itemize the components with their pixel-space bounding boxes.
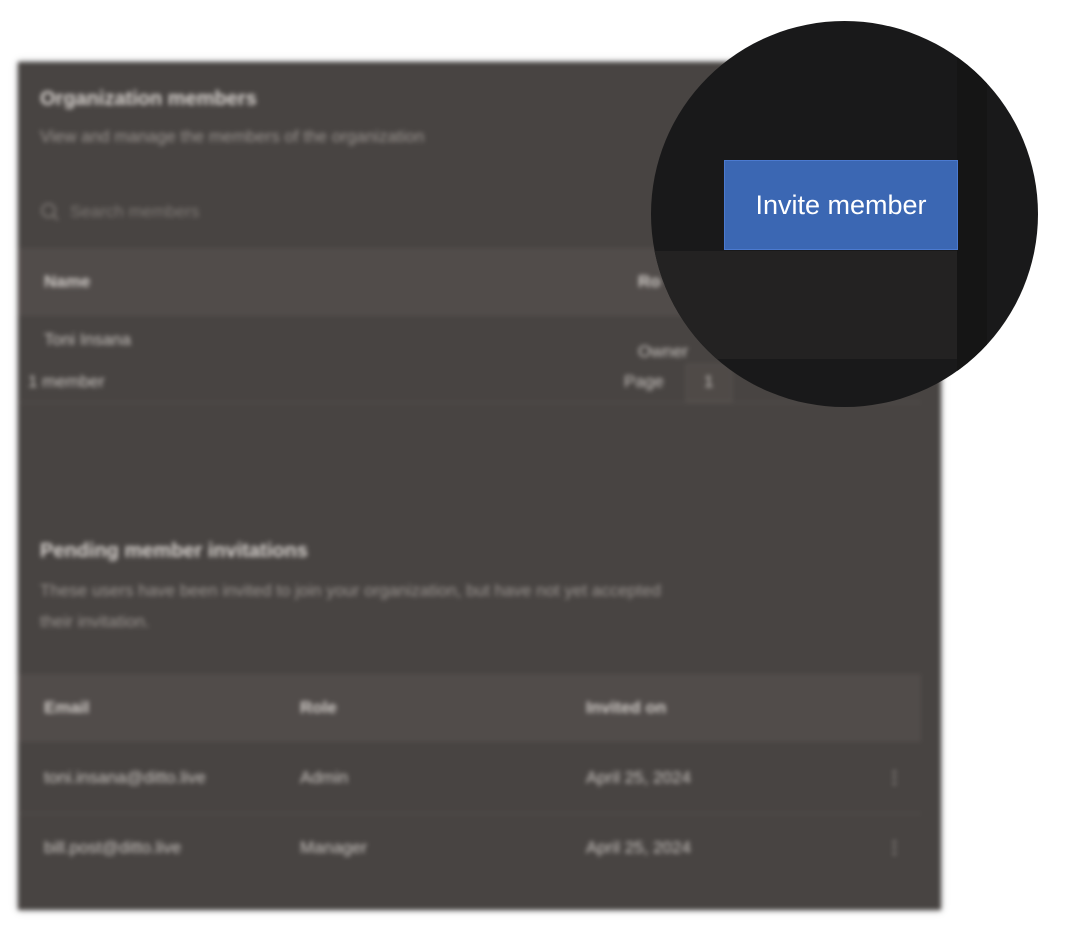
invite-email: bill.post@ditto.live	[44, 838, 182, 857]
invite-member-button[interactable]: Invite member	[724, 160, 958, 250]
table-row[interactable]: bill.post@ditto.live Manager April 25, 2…	[18, 816, 921, 882]
members-title: Organization members	[40, 88, 257, 110]
column-name[interactable]: Name	[44, 272, 90, 292]
search-icon	[40, 202, 60, 222]
page-number: 1	[704, 372, 714, 391]
magnified-panel-edge	[957, 21, 987, 407]
members-description: View and manage the members of the organ…	[40, 127, 425, 146]
invite-date: April 25, 2024	[586, 838, 691, 857]
invite-role: Admin	[300, 768, 349, 787]
member-name: Toni Insana	[44, 330, 131, 349]
invite-email: toni.insana@ditto.live	[44, 768, 206, 787]
column-role[interactable]: Role	[300, 698, 337, 718]
invitations-title: Pending member invitations	[40, 540, 308, 562]
screenshot-stage: Organization members View and manage the…	[0, 0, 1067, 942]
page-label: Page	[624, 372, 664, 391]
row-menu-icon[interactable]: ⋮	[886, 768, 903, 788]
table-row[interactable]: toni.insana@ditto.live Admin April 25, 2…	[18, 746, 921, 812]
column-invited-on[interactable]: Invited on	[586, 698, 666, 718]
invite-date: April 25, 2024	[586, 768, 691, 787]
member-count: 1 member	[28, 372, 105, 391]
row-divider	[18, 813, 921, 814]
search-members-input[interactable]: Search members	[40, 202, 199, 222]
magnified-table-area	[651, 251, 957, 359]
invitations-description-line1: These users have been invited to join yo…	[40, 581, 661, 600]
magnifier-callout: Invite member	[651, 21, 1038, 407]
invitations-table-header: Email Role Invited on	[18, 674, 921, 742]
invitations-description-line2: their invitation.	[40, 612, 150, 631]
invite-role: Manager	[300, 838, 368, 857]
search-placeholder: Search members	[70, 202, 200, 221]
column-email[interactable]: Email	[44, 698, 89, 718]
row-menu-icon[interactable]: ⋮	[886, 838, 903, 858]
